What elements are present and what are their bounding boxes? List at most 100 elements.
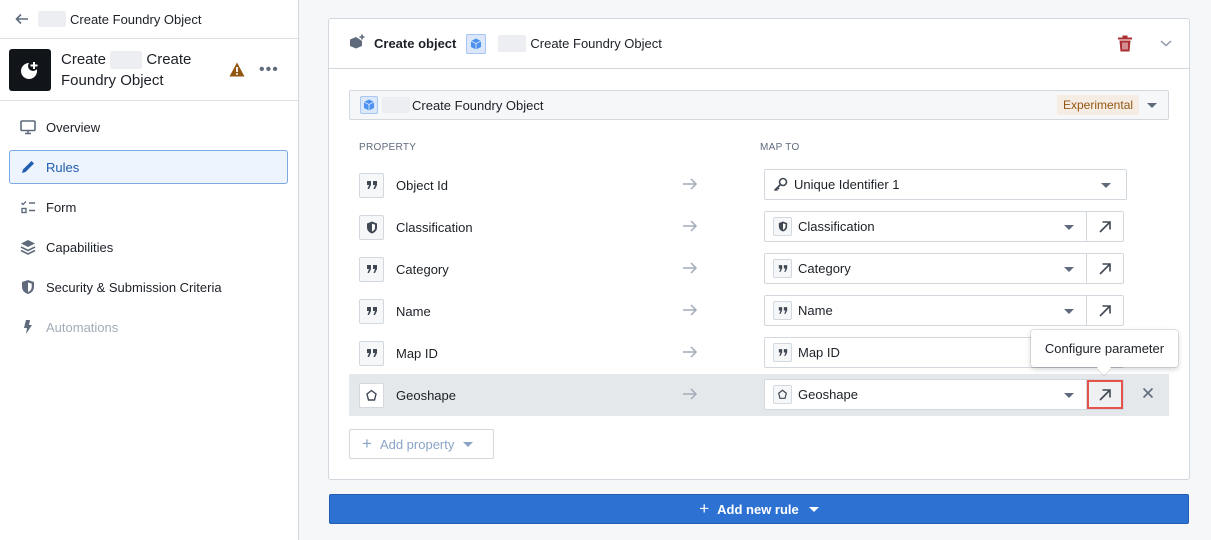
map-to-field[interactable]: Unique Identifier 1	[765, 170, 1126, 199]
object-type-icon	[466, 33, 487, 54]
caret-down-icon	[1064, 393, 1074, 398]
caret-down-icon	[1064, 225, 1074, 230]
sidebar-item-label: Form	[46, 199, 77, 215]
sidebar-item-automations[interactable]: Automations	[9, 310, 288, 344]
map-to-value: Geoshape	[798, 387, 858, 402]
object-type-icon	[360, 96, 378, 114]
map-to-field[interactable]: Name	[765, 296, 1087, 325]
redacted-text	[38, 11, 66, 27]
breadcrumb-label[interactable]: Create Foundry Object	[70, 12, 202, 27]
quote-icon	[359, 340, 384, 366]
configure-parameter-button[interactable]	[1087, 254, 1123, 283]
arrow-right-icon	[682, 345, 698, 362]
add-property-label: Add property	[379, 436, 455, 452]
warning-icon[interactable]	[229, 62, 245, 80]
remove-property-icon[interactable]	[1141, 386, 1155, 403]
map-to-select[interactable]: Geoshape	[764, 379, 1124, 410]
action-header: Create Create Foundry Object •••	[0, 39, 298, 101]
map-to-value: Unique Identifier 1	[794, 177, 900, 192]
configure-parameter-button[interactable]	[1087, 380, 1123, 409]
back-arrow-icon[interactable]	[14, 11, 30, 27]
title-part: Create	[146, 50, 192, 68]
map-to-column-header: MAP TO	[760, 142, 800, 153]
redacted-text	[498, 35, 527, 52]
map-to-value: Name	[798, 303, 833, 318]
property-column-header: PROPERTY	[359, 142, 417, 153]
map-to-value: Map ID	[798, 345, 840, 360]
layers-icon	[19, 238, 37, 256]
map-to-select[interactable]: Unique Identifier 1	[764, 169, 1127, 200]
sidebar-item-capabilities[interactable]: Capabilities	[9, 230, 288, 264]
selected-object-type: Create Foundry Object	[412, 97, 544, 113]
table-row: Name Name	[349, 290, 1169, 332]
shield-icon	[773, 217, 792, 236]
arrow-top-right-icon	[1099, 388, 1111, 401]
quote-icon	[773, 259, 792, 278]
table-row: Category Category	[349, 248, 1169, 290]
object-type-select[interactable]: Create Foundry Object Experimental	[349, 90, 1169, 120]
rule-type-label: Create object	[374, 36, 457, 51]
quote-icon	[359, 172, 384, 198]
arrow-top-right-icon	[1099, 262, 1111, 275]
property-name: Geoshape	[396, 387, 456, 403]
sidebar-item-label: Capabilities	[46, 239, 114, 255]
sidebar-item-label: Overview	[46, 119, 101, 135]
action-title: Create Create Foundry Object	[61, 49, 211, 91]
table-row: Classification Classification	[349, 206, 1169, 248]
breadcrumb: Create Foundry Object	[0, 0, 298, 39]
property-name: Map ID	[396, 345, 438, 361]
sidebar-item-form[interactable]: Form	[9, 190, 288, 224]
sidebar-item-rules[interactable]: Rules	[9, 150, 288, 184]
arrow-right-icon	[682, 303, 698, 320]
map-to-value: Classification	[798, 219, 875, 234]
configure-parameter-button[interactable]	[1087, 296, 1123, 325]
plus-icon: +	[699, 499, 710, 518]
title-part: Create	[61, 50, 107, 68]
arrow-right-icon	[682, 387, 698, 404]
caret-down-icon	[808, 506, 819, 512]
sidebar-item-label: Security & Submission Criteria	[46, 279, 222, 295]
property-name: Object Id	[396, 177, 449, 193]
redacted-text	[382, 97, 410, 113]
more-options-button[interactable]: •••	[259, 61, 279, 79]
rule-card: Create object Create Foundry Object Crea…	[328, 18, 1190, 480]
sidebar-item-label: Rules	[46, 159, 80, 175]
map-to-field[interactable]: Category	[765, 254, 1087, 283]
map-to-value: Category	[798, 261, 851, 276]
redacted-text	[110, 50, 143, 69]
arrow-right-icon	[682, 177, 698, 194]
arrow-right-icon	[682, 219, 698, 236]
map-to-select[interactable]: Category	[764, 253, 1124, 284]
quote-icon	[773, 301, 792, 320]
table-row: Object Id Unique Identifier 1	[349, 164, 1169, 206]
title-part: Foundry Object	[61, 71, 164, 89]
sidebar-item-label: Automations	[46, 319, 119, 335]
sidebar: Create Foundry Object Create Create Foun…	[0, 0, 299, 540]
map-to-select[interactable]: Classification	[764, 211, 1124, 242]
sidebar-item-overview[interactable]: Overview	[9, 110, 288, 144]
sidebar-item-security[interactable]: Security & Submission Criteria	[9, 270, 288, 304]
configure-parameter-button[interactable]	[1087, 212, 1123, 241]
configure-parameter-tooltip: Configure parameter	[1031, 330, 1178, 367]
map-to-select[interactable]: Name	[764, 295, 1124, 326]
plus-icon: +	[362, 434, 372, 453]
property-name: Category	[396, 261, 449, 277]
map-to-field[interactable]: Geoshape	[765, 380, 1087, 409]
map-to-field[interactable]: Classification	[765, 212, 1087, 241]
add-new-rule-button[interactable]: + Add new rule	[329, 494, 1189, 524]
arrow-top-right-icon	[1099, 220, 1111, 233]
add-property-button[interactable]: + Add property	[349, 429, 494, 459]
caret-down-icon	[1064, 309, 1074, 314]
chevron-down-icon[interactable]	[1159, 36, 1173, 53]
caret-down-icon	[1101, 183, 1111, 188]
delete-rule-icon[interactable]	[1117, 35, 1133, 55]
caret-down-icon	[463, 441, 474, 447]
form-icon	[19, 198, 37, 216]
lightning-icon	[19, 318, 37, 336]
rule-header[interactable]: Create object Create Foundry Object	[329, 19, 1189, 69]
object-type-name: Create Foundry Object	[530, 36, 662, 51]
monitor-icon	[19, 118, 37, 136]
arrow-right-icon	[682, 261, 698, 278]
property-name: Name	[396, 303, 431, 319]
polygon-icon	[359, 382, 384, 408]
